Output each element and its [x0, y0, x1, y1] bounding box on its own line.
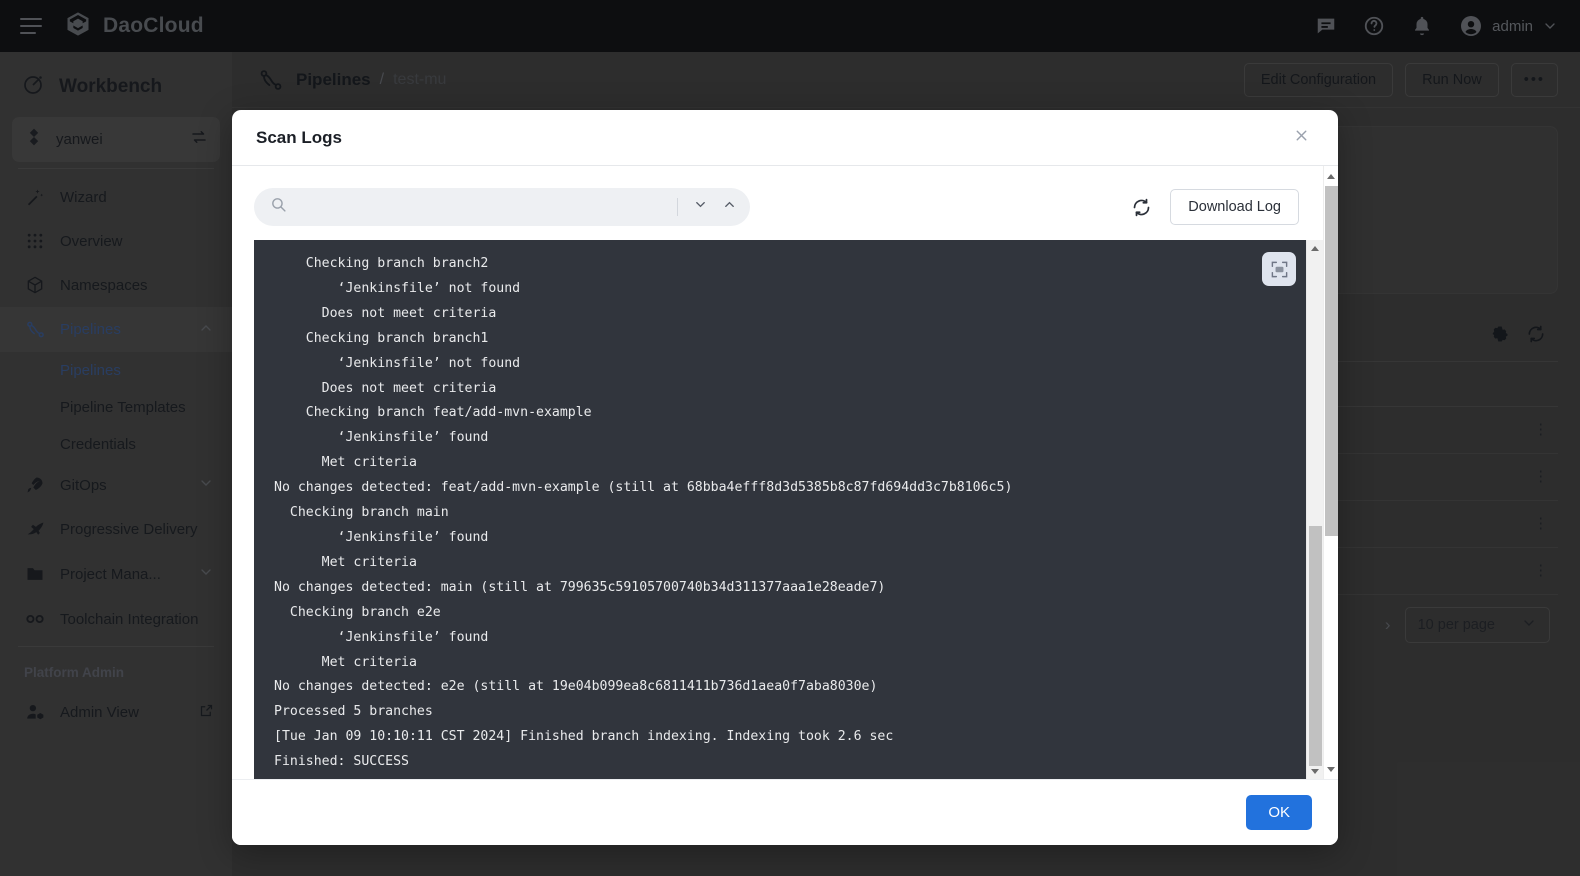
chevron-down-icon[interactable]: [686, 193, 715, 221]
scroll-up-arrow-icon[interactable]: [1324, 168, 1338, 184]
search-divider: [677, 198, 678, 216]
chevron-up-icon[interactable]: [715, 193, 744, 221]
log-toolbar: Download Log: [232, 166, 1323, 240]
fullscreen-icon[interactable]: [1262, 252, 1296, 286]
dialog-body: Download Log Checking branch branch2 ‘Je…: [232, 166, 1338, 779]
download-log-button[interactable]: Download Log: [1170, 189, 1299, 225]
log-scrollbar[interactable]: [1306, 240, 1323, 779]
scroll-down-arrow-icon[interactable]: [1324, 761, 1338, 777]
ok-button[interactable]: OK: [1246, 795, 1312, 830]
refresh-icon[interactable]: [1131, 197, 1152, 218]
dialog-body-inner: Download Log Checking branch branch2 ‘Je…: [232, 166, 1323, 779]
dialog-title: Scan Logs: [256, 128, 342, 148]
scan-logs-dialog: Scan Logs: [232, 110, 1338, 845]
search-box[interactable]: [254, 188, 750, 226]
search-input[interactable]: [287, 199, 673, 215]
log-scroll-thumb[interactable]: [1309, 526, 1322, 766]
close-icon[interactable]: [1287, 123, 1316, 152]
dialog-header: Scan Logs: [232, 110, 1338, 166]
dialog-footer: OK: [232, 779, 1338, 845]
log-viewer: Checking branch branch2 ‘Jenkinsfile’ no…: [254, 240, 1323, 779]
log-pane[interactable]: Checking branch branch2 ‘Jenkinsfile’ no…: [254, 240, 1306, 779]
scroll-up-arrow-icon[interactable]: [1307, 240, 1323, 257]
log-toolbar-actions: Download Log: [1131, 189, 1299, 225]
dialog-scrollbar[interactable]: [1323, 166, 1338, 779]
app-root: DaoCloud: [0, 0, 1580, 876]
search-icon: [270, 196, 287, 218]
dialog-scroll-thumb[interactable]: [1325, 186, 1338, 536]
log-text: Checking branch branch2 ‘Jenkinsfile’ no…: [254, 240, 1306, 775]
scroll-down-arrow-icon[interactable]: [1307, 763, 1323, 779]
